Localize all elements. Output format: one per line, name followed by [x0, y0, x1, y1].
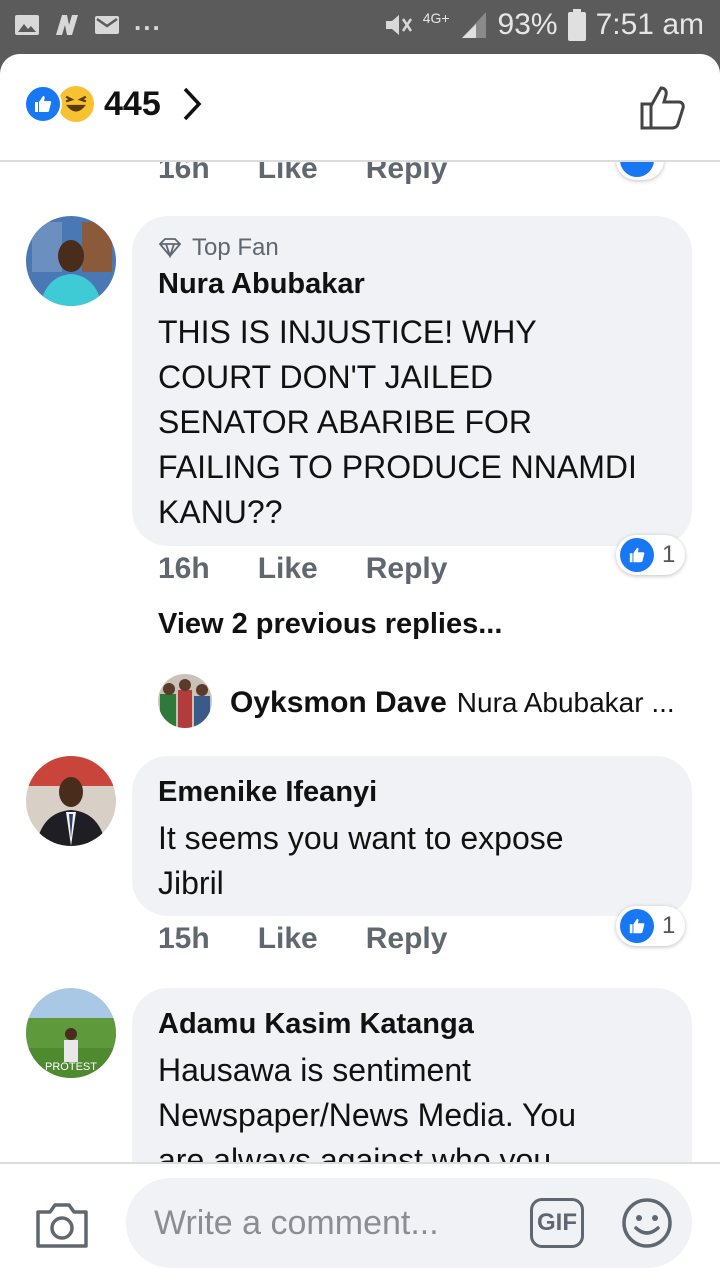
like-count: 1: [662, 541, 676, 568]
commenter-name[interactable]: Nura Abubakar: [158, 268, 365, 301]
avatar-caption: PROTEST: [45, 1061, 97, 1073]
comment-input[interactable]: Write a comment... GIF: [126, 1178, 692, 1268]
comment-time: 16h: [158, 552, 210, 585]
view-previous-replies-link[interactable]: View 2 previous replies...: [158, 608, 502, 641]
battery-icon: [567, 9, 586, 41]
comment-text: It seems you want to expose Jibril: [158, 816, 564, 906]
comment-time: 16h: [158, 162, 210, 185]
news-icon: [56, 14, 78, 35]
camera-icon[interactable]: [34, 1200, 90, 1250]
commenter-name[interactable]: Adamu Kasim Katanga: [158, 1008, 474, 1041]
avatar[interactable]: [26, 756, 116, 846]
comment-line: Jibril: [158, 865, 224, 901]
comment-bubble: Emenike Ifeanyi It seems you want to exp…: [132, 756, 692, 916]
comment-text: Hausawa is sentiment Newspaper/News Medi…: [158, 1048, 576, 1162]
haha-reaction-icon: [56, 84, 96, 124]
like-link[interactable]: Like: [258, 162, 318, 186]
reply-snippet: Nura Abubakar ...: [456, 687, 675, 718]
chevron-right-icon[interactable]: [181, 86, 203, 122]
comment-like-badge[interactable]: 1: [616, 535, 686, 575]
like-reaction-icon: [620, 909, 654, 943]
like-reaction-icon: [620, 162, 654, 177]
mail-icon: [95, 15, 119, 34]
comment-time: 15h: [158, 922, 210, 955]
reactions-summary[interactable]: 445: [24, 84, 203, 124]
comment-bubble: Top Fan Nura Abubakar THIS IS INJUSTICE!…: [132, 216, 692, 546]
comment-line: COURT DON'T JAILED: [158, 359, 494, 395]
top-fan-badge: Top Fan: [158, 234, 279, 262]
comment-text: THIS IS INJUSTICE! WHY COURT DON'T JAILE…: [158, 310, 637, 535]
comment-actions: 16h Like Reply: [158, 552, 447, 586]
signal-icon: [461, 12, 486, 38]
avatar[interactable]: PROTEST: [26, 988, 116, 1078]
battery-percent: 93%: [497, 8, 558, 41]
gallery-icon: [15, 14, 39, 35]
like-post-icon[interactable]: [638, 84, 686, 132]
avatar[interactable]: [158, 674, 212, 728]
comment-line: THIS IS INJUSTICE! WHY: [158, 314, 537, 350]
comment-feed: 16h Like Reply Top Fan Nura Abubakar THI…: [0, 162, 720, 1162]
comment-line: are always against who you: [158, 1142, 552, 1162]
commenter-name[interactable]: Emenike Ifeanyi: [158, 776, 377, 809]
comment-line: SENATOR ABARIBE FOR: [158, 404, 533, 440]
more-notifications-icon: ...: [134, 6, 162, 36]
comment-composer: Write a comment... GIF: [0, 1162, 720, 1280]
comment-line: Hausawa is sentiment: [158, 1052, 472, 1088]
like-link[interactable]: Like: [258, 922, 318, 956]
clock: 7:51 am: [595, 8, 704, 41]
network-type: 4G+: [422, 10, 450, 26]
comment-actions: 15h Like Reply: [158, 922, 447, 956]
comment-placeholder: Write a comment...: [154, 1204, 439, 1242]
comment-line: Newspaper/News Media. You: [158, 1097, 577, 1133]
comment-line: FAILING TO PRODUCE NNAMDI: [158, 449, 637, 485]
badge-label: Top Fan: [192, 234, 279, 261]
reply-link[interactable]: Reply: [366, 922, 448, 956]
gif-button[interactable]: GIF: [530, 1198, 584, 1248]
status-bar: ... 4G+ 93% 7:51 am: [0, 0, 720, 54]
diamond-icon: [158, 238, 182, 258]
previous-comment-actions: 16h Like Reply: [158, 162, 447, 186]
like-link[interactable]: Like: [258, 552, 318, 586]
comment-line: It seems you want to expose: [158, 820, 564, 856]
reactions-header: 445: [0, 54, 720, 162]
reply-link[interactable]: Reply: [366, 162, 448, 186]
mute-icon: [385, 15, 412, 35]
avatar[interactable]: [26, 216, 116, 306]
like-count: 1: [662, 912, 676, 939]
comment-like-badge[interactable]: 1: [616, 906, 686, 946]
reply-link[interactable]: Reply: [366, 552, 448, 586]
comment-line: KANU??: [158, 494, 283, 530]
comments-sheet: 445 16h Like Reply Top Fan Nura Abubakar…: [0, 54, 720, 1280]
emoji-icon[interactable]: [620, 1196, 674, 1250]
reaction-count: 445: [104, 84, 161, 123]
like-reaction-icon: [24, 85, 62, 123]
reply-preview[interactable]: Oyksmon Dave Nura Abubakar ...: [230, 686, 675, 720]
reply-author[interactable]: Oyksmon Dave: [230, 686, 447, 720]
like-reaction-icon: [620, 538, 654, 572]
comment-bubble: Adamu Kasim Katanga Hausawa is sentiment…: [132, 988, 692, 1162]
comment-like-badge[interactable]: [616, 162, 664, 180]
